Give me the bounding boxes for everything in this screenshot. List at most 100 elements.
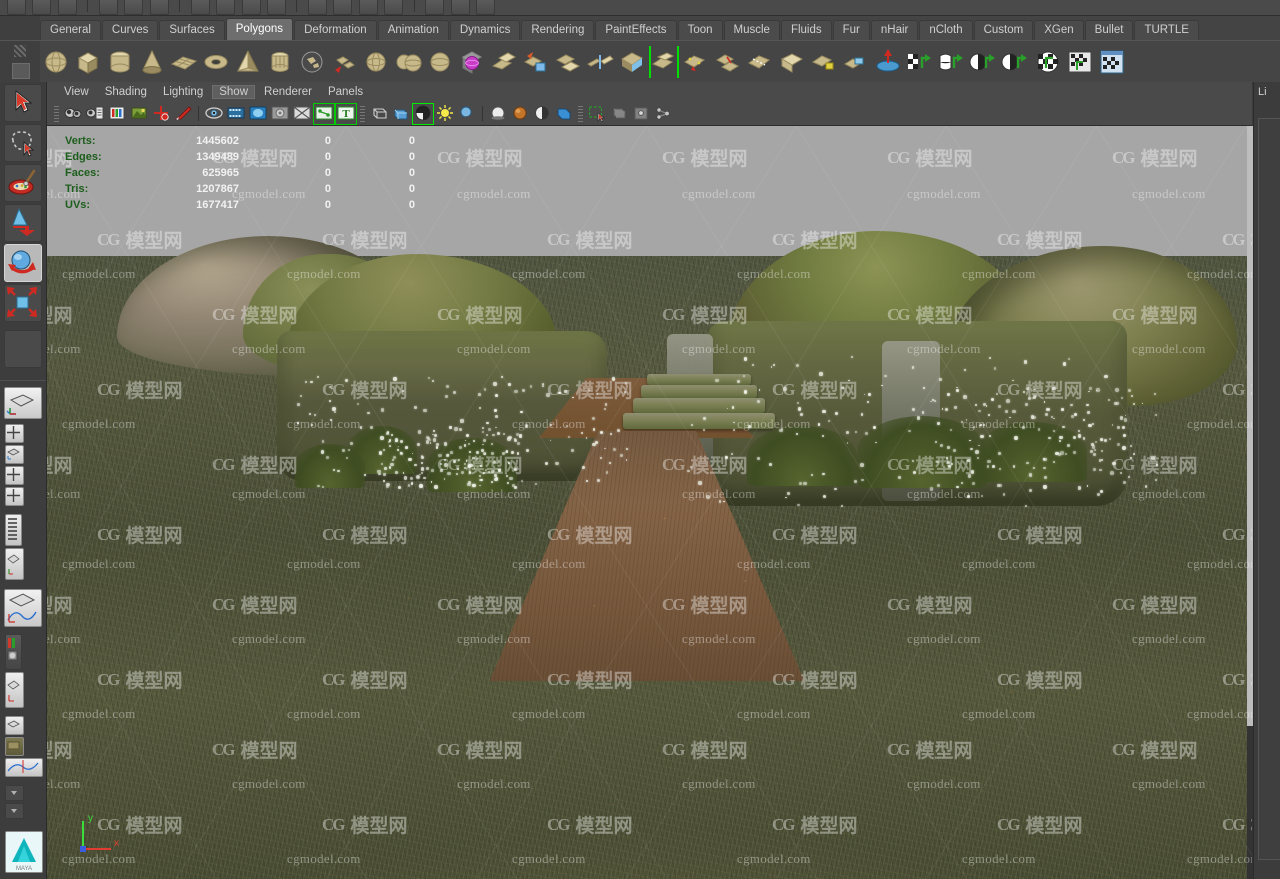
- uv-cylindrical-icon[interactable]: [1001, 46, 1031, 78]
- poly-insert-edge-loop-icon[interactable]: [777, 46, 807, 78]
- toolbar-button[interactable]: [124, 0, 144, 15]
- safe-title-icon[interactable]: [313, 102, 335, 125]
- poly-pyramid-icon[interactable]: [233, 46, 263, 78]
- toolbar-button[interactable]: [307, 0, 327, 15]
- isolate-select-icon[interactable]: [587, 104, 607, 124]
- toolbar-button[interactable]: [7, 0, 26, 15]
- shelf-tab-animation[interactable]: Animation: [377, 20, 449, 40]
- xray-active-components-icon[interactable]: [653, 104, 673, 124]
- smooth-shade-textured-icon[interactable]: [412, 102, 434, 125]
- shelf-tab-deformation[interactable]: Deformation: [294, 20, 377, 40]
- shelf-tab-turtle[interactable]: TURTLE: [1134, 20, 1199, 40]
- toolbar-drag-handle[interactable]: [54, 105, 59, 122]
- shelf-tab-fur[interactable]: Fur: [832, 20, 870, 40]
- shelf-tab-ncloth[interactable]: nCloth: [919, 20, 973, 40]
- outliner-layout[interactable]: [5, 514, 22, 546]
- paint-select-tool[interactable]: [4, 164, 42, 202]
- toolbar-button[interactable]: [384, 0, 404, 15]
- shelf-tab-fluids[interactable]: Fluids: [780, 20, 832, 40]
- shelf-tab-curves[interactable]: Curves: [101, 20, 159, 40]
- text-overlay-icon[interactable]: T: [335, 102, 357, 125]
- poly-boolean-union-icon[interactable]: [425, 46, 455, 78]
- scale-tool[interactable]: [4, 284, 42, 322]
- toolbar-button[interactable]: [333, 0, 353, 15]
- poly-reduce-icon[interactable]: [617, 46, 647, 78]
- poly-multicut-icon[interactable]: [745, 46, 775, 78]
- gate-mask-icon[interactable]: [248, 104, 268, 124]
- layout-scroll-down-right[interactable]: [5, 803, 24, 819]
- persp-graph-layout[interactable]: [4, 589, 42, 627]
- toolbar-button[interactable]: [425, 0, 445, 15]
- poly-type-icon[interactable]: [361, 46, 391, 78]
- viewport-menu-panels[interactable]: Panels: [321, 85, 370, 99]
- use-all-lights-icon[interactable]: [435, 104, 455, 124]
- single-perspective-view[interactable]: [4, 387, 42, 419]
- toolbar-drag-handle-2[interactable]: [360, 105, 365, 122]
- poly-quad-draw-icon[interactable]: [905, 46, 935, 78]
- select-camera-icon[interactable]: [63, 104, 83, 124]
- viewport-menu-shading[interactable]: Shading: [98, 85, 154, 99]
- poly-cylinder-icon[interactable]: [105, 46, 135, 78]
- shelf-tab-painteffects[interactable]: PaintEffects: [595, 20, 677, 40]
- camera-attributes-icon[interactable]: [85, 104, 105, 124]
- toolbar-button[interactable]: [241, 0, 261, 15]
- shelf-tab-surfaces[interactable]: Surfaces: [159, 20, 225, 40]
- layout-scroll-down-left[interactable]: [5, 785, 24, 801]
- toolbar-button[interactable]: [32, 0, 52, 15]
- poly-crease-icon[interactable]: [873, 46, 903, 78]
- shelf-tab-custom[interactable]: Custom: [973, 20, 1034, 40]
- xray-joints-icon[interactable]: [631, 104, 651, 124]
- last-tool-used[interactable]: [4, 330, 42, 368]
- uv-editor-icon[interactable]: [1097, 46, 1127, 78]
- right-panel-menu-label[interactable]: Li: [1254, 82, 1280, 98]
- poly-soccerball-icon[interactable]: [297, 46, 327, 78]
- shelf-tab-nhair[interactable]: nHair: [870, 20, 919, 40]
- poly-extract-icon[interactable]: [521, 46, 551, 78]
- viewport-menu-show[interactable]: Show: [212, 85, 256, 99]
- poly-bridge-icon[interactable]: [681, 46, 711, 78]
- hypershade-layout[interactable]: [5, 634, 22, 670]
- toolbar-button[interactable]: [216, 0, 236, 15]
- grease-pencil-icon[interactable]: [173, 104, 193, 124]
- smooth-shade-all-icon[interactable]: [391, 104, 411, 124]
- poly-smooth-icon[interactable]: [553, 46, 583, 78]
- shelf-options-button[interactable]: [12, 63, 30, 79]
- resolution-gate-icon[interactable]: [226, 104, 246, 124]
- shelf-tab-xgen[interactable]: XGen: [1034, 20, 1084, 40]
- rotate-tool[interactable]: [4, 244, 42, 282]
- poly-torus-icon[interactable]: [201, 46, 231, 78]
- two-dimensional-pan-zoom-icon[interactable]: [151, 104, 171, 124]
- poly-slide-edge-icon[interactable]: [841, 46, 871, 78]
- xray-icon[interactable]: [609, 104, 629, 124]
- shelf-tab-general[interactable]: General: [40, 20, 101, 40]
- uv-automatic-icon[interactable]: [1065, 46, 1095, 78]
- two-pane-stacked-layout[interactable]: [5, 487, 24, 506]
- poly-mirror-icon[interactable]: [585, 46, 615, 78]
- render-layout[interactable]: [5, 737, 24, 756]
- move-tool[interactable]: [4, 204, 42, 242]
- field-chart-icon[interactable]: [270, 104, 290, 124]
- toolbar-button[interactable]: [266, 0, 286, 15]
- shelf-tab-rendering[interactable]: Rendering: [521, 20, 595, 40]
- depth-of-field-icon[interactable]: [554, 104, 574, 124]
- poly-cube-magenta-icon[interactable]: [457, 46, 487, 78]
- toggle-film-gate-icon[interactable]: [204, 104, 224, 124]
- hypershade-persp-layout[interactable]: [5, 672, 24, 708]
- poly-sculpt-icon[interactable]: [937, 46, 967, 78]
- poly-plane-icon[interactable]: [169, 46, 199, 78]
- toolbar-button[interactable]: [98, 0, 118, 15]
- poly-append-icon[interactable]: [713, 46, 743, 78]
- image-plane-icon[interactable]: [129, 104, 149, 124]
- toolbar-button[interactable]: [450, 0, 470, 15]
- shelf-tab-bullet[interactable]: Bullet: [1084, 20, 1134, 40]
- uv-planar-icon[interactable]: [969, 46, 999, 78]
- viewport-menu-lighting[interactable]: Lighting: [156, 85, 210, 99]
- select-tool[interactable]: [4, 84, 42, 122]
- wireframe-icon[interactable]: [369, 104, 389, 124]
- bookmarks-icon[interactable]: [107, 104, 127, 124]
- shadows-icon[interactable]: [457, 104, 477, 124]
- toolbar-button[interactable]: [149, 0, 169, 15]
- viewport-menu-renderer[interactable]: Renderer: [257, 85, 319, 99]
- toolbar-button[interactable]: [358, 0, 378, 15]
- multisample-anti-aliasing-icon[interactable]: [532, 104, 552, 124]
